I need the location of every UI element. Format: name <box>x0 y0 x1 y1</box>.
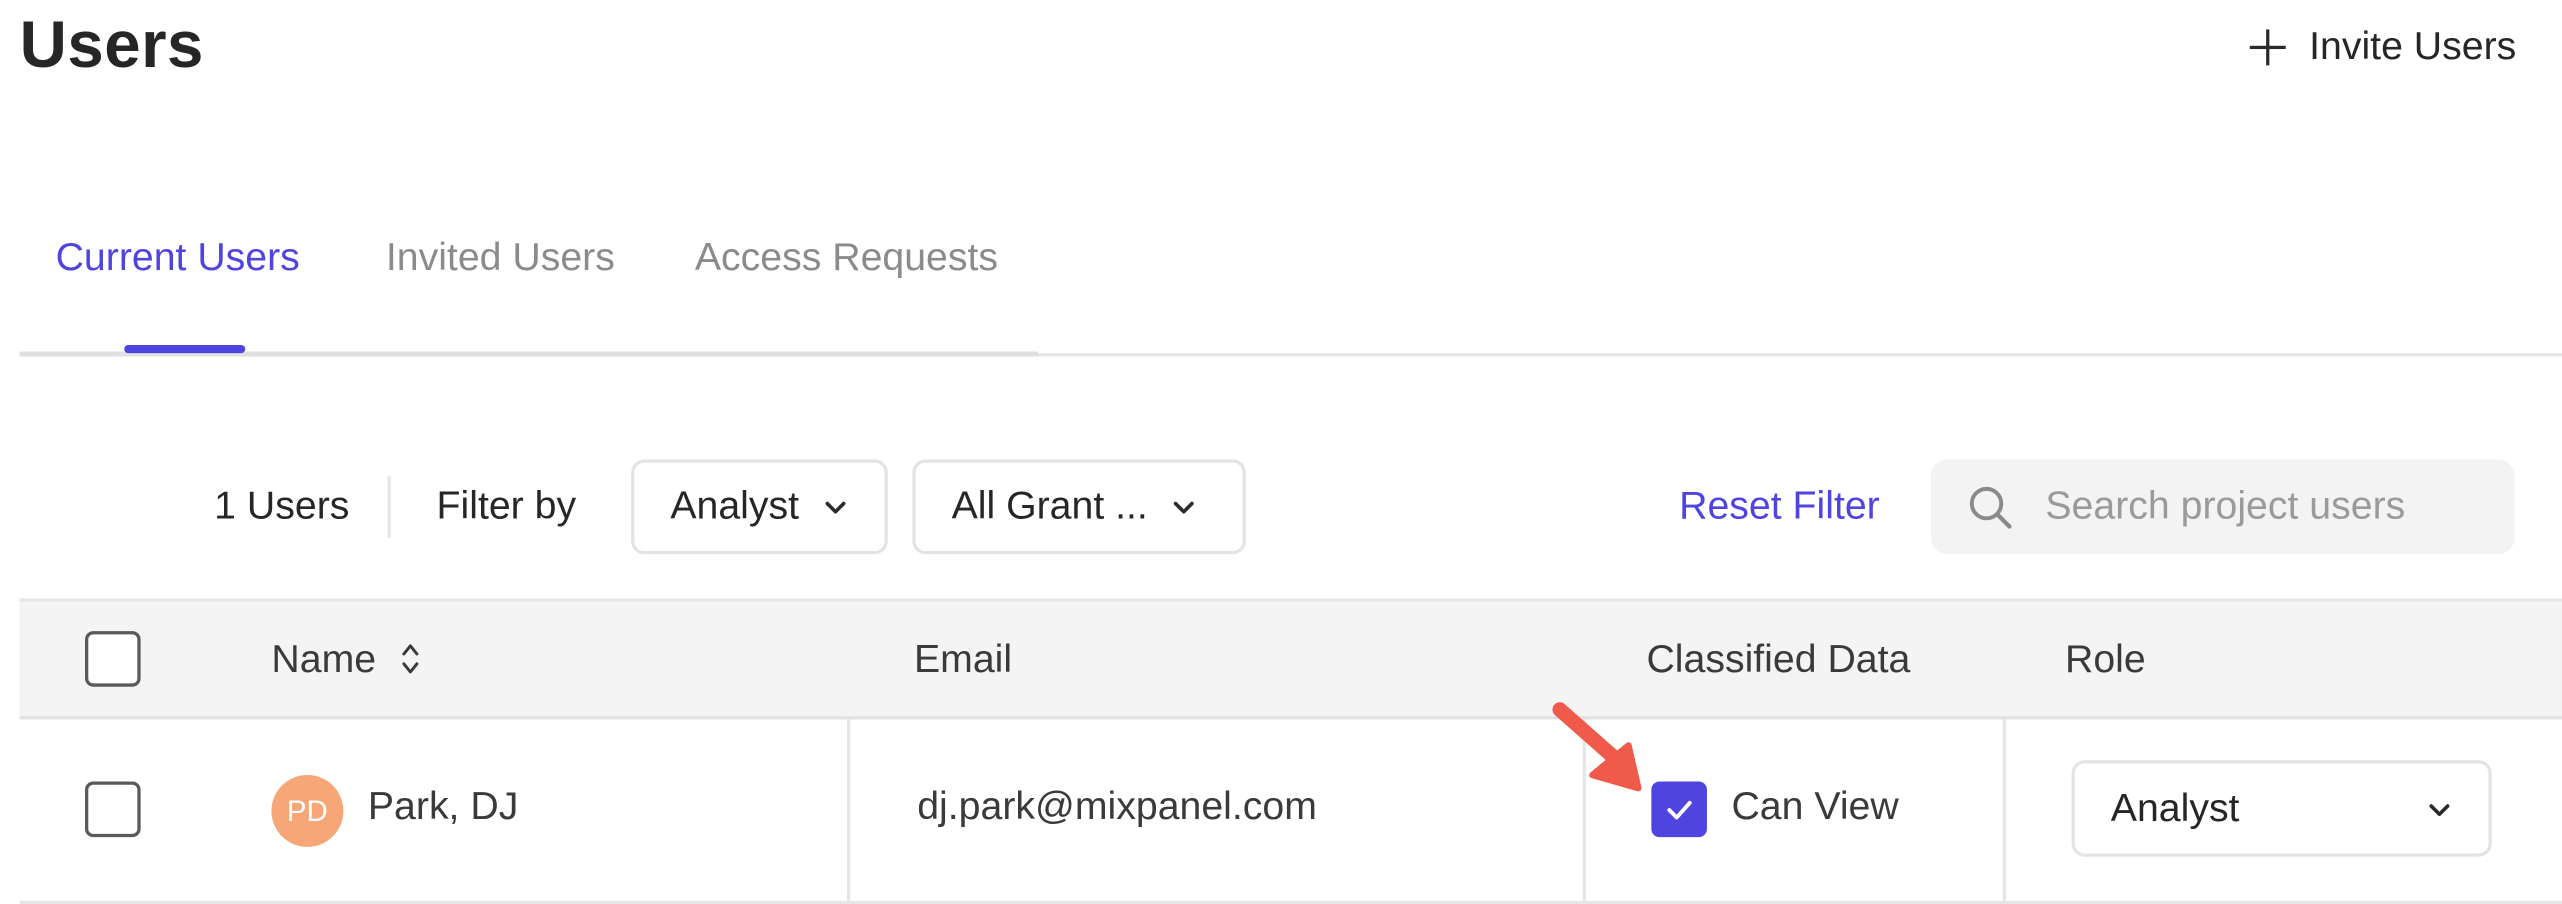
chevron-down-icon <box>825 501 845 514</box>
cell-divider <box>2002 719 2007 901</box>
user-name: Park, DJ <box>367 784 519 829</box>
reset-filter-link[interactable]: Reset Filter <box>1679 484 1880 530</box>
chevron-down-icon <box>2429 803 2450 816</box>
cell-divider <box>846 719 851 901</box>
role-filter-value: Analyst <box>670 483 800 529</box>
filter-by-label: Filter by <box>436 483 577 529</box>
annotation-arrow <box>1552 702 1642 792</box>
active-tab-indicator <box>124 344 246 354</box>
tab-current-users[interactable]: Current Users <box>56 235 300 281</box>
search-box[interactable] <box>1930 459 2515 555</box>
search-icon <box>1969 486 2012 529</box>
tab-invited-users[interactable]: Invited Users <box>386 235 615 281</box>
avatar: PD <box>271 774 344 847</box>
invite-users-label: Invite Users <box>2309 24 2517 69</box>
tab-access-requests[interactable]: Access Requests <box>695 235 998 281</box>
classified-data-label: Can View <box>1731 784 1899 829</box>
row-select-checkbox[interactable] <box>85 781 141 838</box>
plus-icon <box>2250 29 2287 66</box>
user-email: dj.park@mixpanel.com <box>917 784 1317 829</box>
table-row: PD Park, DJ dj.park@mixpanel.com Can Vie… <box>19 719 2562 904</box>
column-header-role: Role <box>2065 637 2146 682</box>
column-name-label: Name <box>271 637 377 682</box>
invite-users-button[interactable]: Invite Users <box>2250 16 2516 78</box>
chevron-down-icon <box>1173 501 1194 514</box>
filter-bar: 1 Users Filter by Analyst All Grant ... … <box>0 459 2562 555</box>
tab-bar: Current Users Invited Users Access Reque… <box>19 196 2562 357</box>
search-input[interactable] <box>2045 483 2471 530</box>
role-filter-dropdown[interactable]: Analyst <box>631 459 888 555</box>
user-count: 1 Users <box>214 483 350 529</box>
page-title: Users <box>19 9 204 82</box>
sort-icon[interactable] <box>400 641 420 677</box>
grant-filter-value: All Grant ... <box>951 483 1148 529</box>
users-table: Name Email Classified Data Role PD Park,… <box>19 598 2562 904</box>
table-header: Name Email Classified Data Role <box>19 598 2562 720</box>
users-page: Users Invite Users Current Users Invited… <box>0 0 2562 904</box>
grant-filter-dropdown[interactable]: All Grant ... <box>912 459 1246 555</box>
column-header-classified-data: Classified Data <box>1646 637 1911 682</box>
role-select-value: Analyst <box>2110 785 2240 830</box>
role-select[interactable]: Analyst <box>2071 760 2492 857</box>
filter-divider <box>387 475 391 538</box>
column-header-name[interactable]: Name <box>271 638 419 684</box>
column-header-email: Email <box>913 637 1013 682</box>
select-all-checkbox[interactable] <box>85 631 141 687</box>
